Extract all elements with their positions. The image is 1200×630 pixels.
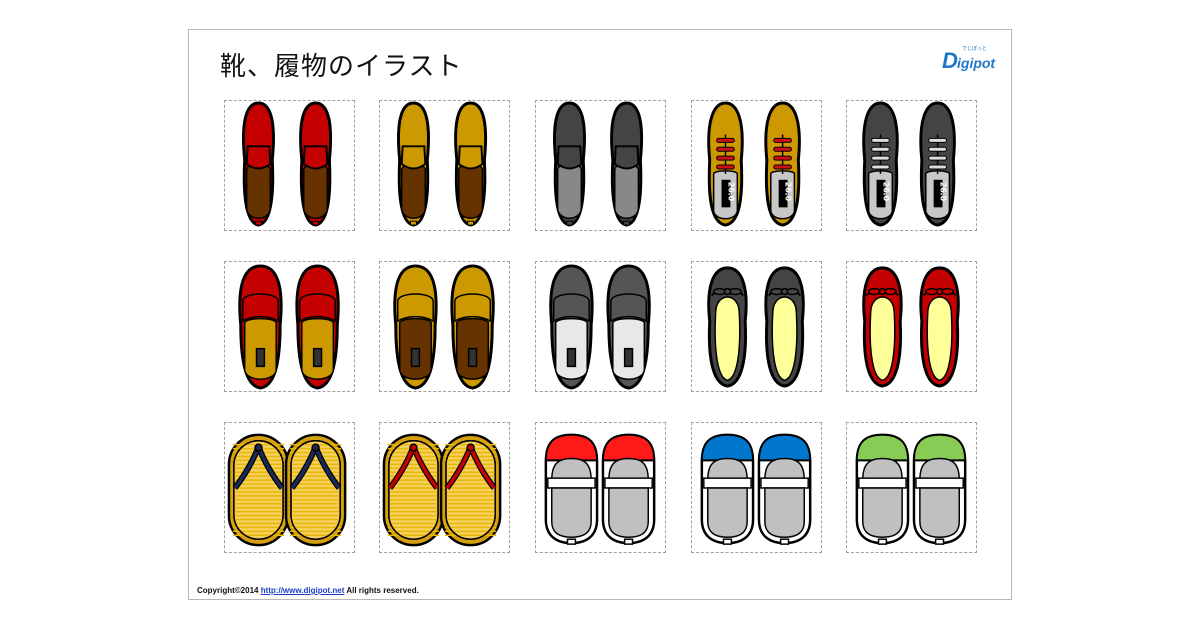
loafer-pair-icon	[242, 101, 333, 227]
shoe-illustration-slipper	[535, 261, 666, 392]
flat-pair-icon	[707, 266, 805, 388]
shoe-illustration-sandal	[379, 422, 510, 553]
sneaker-pair-icon: 26.0 26.0	[862, 101, 956, 227]
logo-mark-icon: D igipot でじぽっと	[942, 45, 996, 73]
shoe-illustration-flat	[691, 261, 822, 392]
shoe-illustration-flat	[846, 261, 977, 392]
uwabaki-pair-icon	[855, 433, 967, 545]
flat-pair-icon	[862, 266, 960, 388]
slipper-pair-icon	[238, 264, 340, 390]
svg-text:26.0: 26.0	[784, 182, 793, 202]
shoe-illustration-slipper	[224, 261, 355, 392]
shoe-illustration-loafer	[224, 100, 355, 231]
shoe-illustration-uwabaki	[535, 422, 666, 553]
svg-text:26.0: 26.0	[726, 182, 735, 202]
shoe-illustration-loafer	[535, 100, 666, 231]
slipper-pair-icon	[393, 264, 495, 390]
page-title: 靴、履物のイラスト	[220, 52, 463, 82]
svg-text:26.0: 26.0	[881, 182, 890, 202]
digipot-logo[interactable]: D igipot でじぽっと	[940, 38, 1004, 74]
shoe-illustration-uwabaki	[846, 422, 977, 553]
copyright-footer: Copyright©2014 http://www.digipot.net Al…	[197, 586, 419, 595]
uwabaki-pair-icon	[700, 433, 812, 545]
sandal-pair-icon	[382, 433, 502, 547]
logo-small-text: でじぽっと	[962, 45, 987, 52]
slipper-pair-icon	[549, 264, 651, 390]
site-link[interactable]: http://www.digipot.net	[261, 586, 345, 595]
shoe-illustration-slipper	[379, 261, 510, 392]
shoe-illustration-uwabaki	[691, 422, 822, 553]
shoe-illustration-sneaker: 26.0 26.0	[846, 100, 977, 231]
svg-text:26.0: 26.0	[939, 182, 948, 202]
shoe-illustration-loafer	[379, 100, 510, 231]
loafer-pair-icon	[397, 101, 488, 227]
sandal-pair-icon	[227, 433, 347, 547]
logo-letters: igipot	[957, 55, 996, 71]
sneaker-pair-icon: 26.0 26.0	[707, 101, 801, 227]
shoe-illustration-sneaker: 26.0 26.0	[691, 100, 822, 231]
copyright-suffix: All rights reserved.	[346, 586, 419, 595]
copyright-prefix: Copyright©2014	[197, 586, 259, 595]
loafer-pair-icon	[553, 101, 644, 227]
shoe-illustration-sandal	[224, 422, 355, 553]
uwabaki-pair-icon	[544, 433, 656, 545]
logo-letter-d: D	[942, 48, 958, 73]
